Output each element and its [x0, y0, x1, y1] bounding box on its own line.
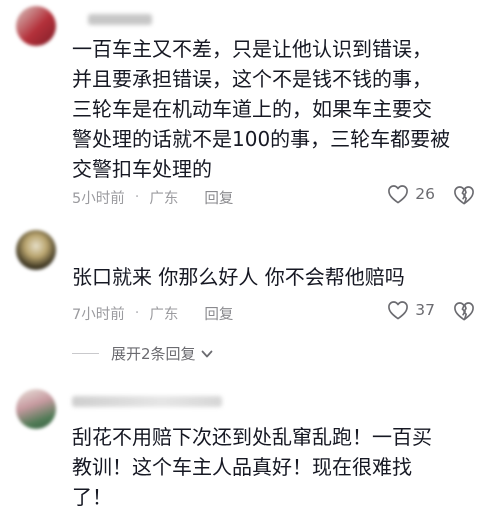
reply-button[interactable]: 回复 — [204, 303, 233, 324]
username[interactable] — [72, 396, 222, 407]
comment-line: 教训！这个车主人品真好！现在很难找 — [72, 455, 412, 479]
comment-time: 5小时前 — [72, 190, 125, 207]
like-button[interactable]: 26 — [387, 184, 435, 204]
comment-text: 张口就来 你那么好人 你不会帮他赔吗 — [72, 262, 472, 292]
comment-location: 广东 — [149, 190, 179, 207]
comment-line: 三轮车是在机动车道上的，如果车主要交 — [72, 97, 432, 121]
dislike-button[interactable] — [453, 185, 475, 209]
reply-button[interactable]: 回复 — [204, 187, 233, 208]
avatar[interactable] — [16, 389, 56, 429]
dislike-button[interactable] — [453, 301, 475, 325]
expand-replies-label: 展开2条回复 — [111, 345, 196, 363]
avatar[interactable] — [16, 230, 56, 270]
heart-outline-icon — [388, 185, 409, 204]
comment-text: 一百车主又不差，只是让他认识到错误， 并且要承担错误，这个不是钱不钱的事， 三轮… — [72, 34, 472, 184]
broken-heart-icon — [454, 186, 474, 205]
heart-outline-icon — [388, 301, 409, 320]
comment-line: 刮花不用赔下次还到处乱窜乱跑！一百买 — [72, 425, 432, 449]
expand-divider — [72, 353, 99, 354]
broken-heart-icon — [454, 302, 474, 321]
comment-line: 张口就来 你那么好人 你不会帮他赔吗 — [72, 265, 405, 289]
meta-separator: · — [134, 189, 140, 205]
comment-text: 刮花不用赔下次还到处乱窜乱跑！一百买 教训！这个车主人品真好！现在很难找 了！ — [72, 422, 472, 512]
comment-location: 广东 — [149, 306, 179, 323]
expand-replies-button[interactable]: 展开2条回复 — [72, 343, 214, 364]
comment-time: 7小时前 — [72, 306, 125, 323]
chevron-down-icon — [201, 350, 212, 357]
username[interactable] — [88, 14, 152, 25]
comment-line: 交警扣车处理的 — [72, 157, 212, 181]
comment-meta: 5小时前 · 广东 回复 — [72, 187, 233, 207]
comment-item: 一百车主又不差，只是让他认识到错误， 并且要承担错误，这个不是钱不钱的事， 三轮… — [0, 0, 499, 222]
comment-line: 一百车主又不差，只是让他认识到错误， — [72, 37, 432, 61]
like-button[interactable]: 37 — [387, 300, 435, 320]
comment-line: 了！ — [72, 485, 112, 509]
comment-line: 警处理的话就不是100的事，三轮车都要被 — [72, 127, 451, 151]
comment-item: 刮花不用赔下次还到处乱窜乱跑！一百买 教训！这个车主人品真好！现在很难找 了！ — [0, 372, 499, 509]
comment-line: 并且要承担错误，这个不是钱不钱的事， — [72, 67, 432, 91]
avatar[interactable] — [16, 6, 56, 46]
like-count: 37 — [415, 301, 435, 319]
meta-separator: · — [134, 305, 140, 321]
comment-meta: 7小时前 · 广东 回复 — [72, 303, 233, 323]
like-count: 26 — [415, 185, 435, 203]
comment-item: 张口就来 你那么好人 你不会帮他赔吗 7小时前 · 广东 回复 37 展开2条回… — [0, 222, 499, 372]
